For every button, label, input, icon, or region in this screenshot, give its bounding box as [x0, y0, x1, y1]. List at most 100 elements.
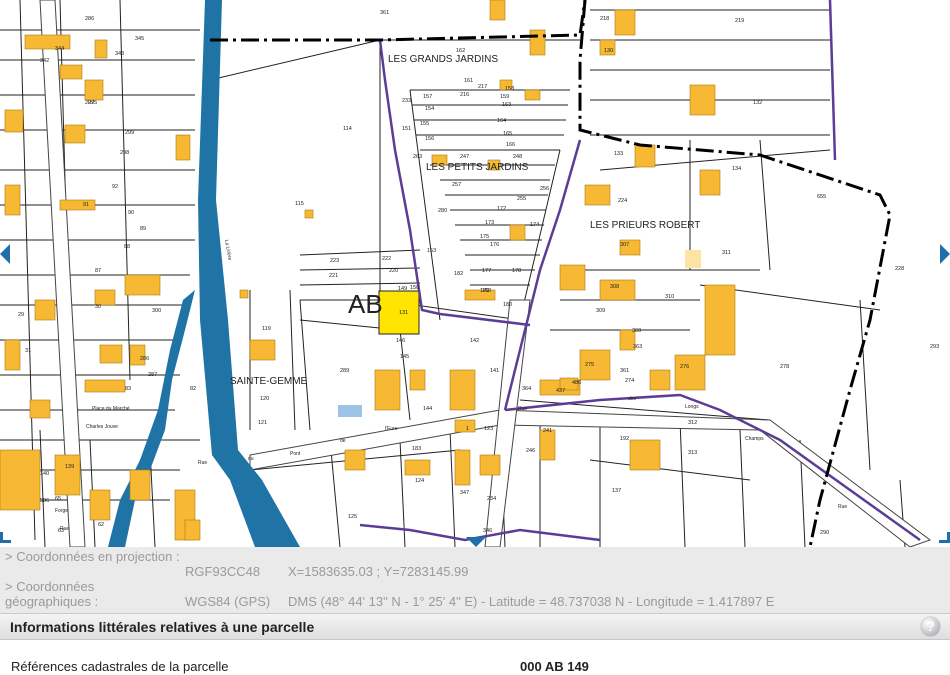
parcel-number: 246 [526, 448, 535, 454]
map-drawing: AB LES GRANDS JARDINS LES PETITS JARDINS… [0, 0, 939, 547]
parcel-number: 219 [735, 18, 744, 24]
parcel-number: 255 [517, 196, 526, 202]
parcel-number: 165 [503, 131, 512, 137]
parcel-number: 276 [680, 364, 689, 370]
parcel-number: 88 [124, 244, 130, 250]
parcel-number: 115 [295, 201, 304, 207]
place-name-prieurs-robert: LES PRIEURS ROBERT [590, 220, 700, 231]
parcel-number: 89 [140, 226, 146, 232]
parcel-number: 343 [115, 51, 124, 57]
parcel-number: 132 [753, 100, 762, 106]
parcel-number: 346 [483, 528, 492, 534]
street-label: Longs [685, 404, 699, 410]
projection-value: X=1583635.03 ; Y=7283145.99 [288, 564, 469, 579]
parcel-number: 221 [329, 273, 338, 279]
parcel-number: 286 [85, 16, 94, 22]
parcel-number: 134 [732, 166, 741, 172]
street-label: La Lirière [223, 239, 233, 261]
arrow-left-icon[interactable] [0, 244, 10, 264]
parcel-number: 176 [490, 242, 499, 248]
parcel-number: 142 [470, 338, 479, 344]
street-label: des [628, 396, 637, 402]
info-header: Informations littérales relatives à une … [0, 613, 950, 640]
street-label: Champs [745, 436, 764, 442]
parcel-number: 133 [614, 151, 623, 157]
parcel-number: 180 [503, 302, 512, 308]
parcel-number: 154 [425, 106, 434, 112]
parcel-number: 175 [480, 234, 489, 240]
river [198, 0, 300, 547]
parcel-number: 192 [620, 436, 629, 442]
parcel-number: 183 [412, 446, 421, 452]
coordinates-panel: > Coordonnées en projection : RGF93CC48 … [0, 547, 950, 613]
parcel-number: 342 [40, 58, 49, 64]
parcel-number: 65 [55, 496, 61, 502]
parcel-number: 289 [340, 368, 349, 374]
parcel-number: 295 [88, 100, 97, 106]
parcel-number: 293 [930, 344, 939, 350]
street-label: Rue [838, 504, 847, 510]
parcel-number: 140 [40, 471, 49, 477]
parcel-number: 178 [512, 268, 521, 274]
parcel-number: 308 [610, 284, 619, 290]
parcel-number: 345 [135, 36, 144, 42]
parcel-number: 120 [260, 396, 269, 402]
parcel-number: 160 [482, 288, 491, 294]
parcel-number: 182 [454, 271, 463, 277]
parcel-number: 223 [330, 258, 339, 264]
parcel-number: 123 [484, 426, 493, 432]
parcel-number: 153 [427, 248, 436, 254]
parcel-number: 486 [572, 380, 581, 386]
reference-label: Références cadastrales de la parcelle [11, 659, 229, 674]
parcel-number: 177 [482, 268, 491, 274]
parcel-number: 347 [460, 490, 469, 496]
parcel-lines [0, 0, 906, 547]
reference-value: 000 AB 149 [520, 659, 589, 674]
parcel-number: 137 [612, 488, 621, 494]
parcel-number: 310 [665, 294, 674, 300]
parcel-number: 313 [688, 450, 697, 456]
parcel-number: 131 [399, 310, 408, 316]
parcel-number: 274 [625, 378, 634, 384]
parcel-number: 228 [895, 266, 904, 272]
parcel-number: 218 [600, 16, 609, 22]
geographic-value: DMS (48° 44' 13" N - 1° 25' 4" E) - Lati… [288, 594, 775, 609]
parcel-number: 312 [688, 420, 697, 426]
parcel-number: 139 [65, 464, 74, 470]
parcel-number: 278 [780, 364, 789, 370]
parcel-number: 241 [543, 428, 552, 434]
help-icon[interactable]: ? [921, 617, 940, 636]
building-light [685, 250, 701, 268]
parcel-number: 233 [402, 98, 411, 104]
parcel-number: 146 [396, 338, 405, 344]
parcel-number: 248 [513, 154, 522, 160]
parcel-number: 280 [438, 208, 447, 214]
parcel-number: 30 [95, 304, 101, 310]
parcel-number: 114 [343, 126, 352, 132]
parcel-number: 63 [58, 528, 64, 534]
parcel-number: 87 [95, 268, 101, 274]
parcel-number: 256 [540, 186, 549, 192]
parcel-number: 307 [620, 242, 629, 248]
street-label: de [340, 438, 346, 444]
parcel-number: 172 [497, 206, 506, 212]
parcel-number: 1 [466, 426, 469, 432]
arrow-right-icon[interactable] [940, 244, 950, 264]
arrow-down-icon[interactable] [466, 537, 486, 547]
info-title: Informations littérales relatives à une … [10, 619, 315, 635]
parcel-number: 309 [596, 308, 605, 314]
projection-label: > Coordonnées en projection : [5, 549, 180, 564]
parcel-number: 216 [460, 92, 469, 98]
parcel-number: 158 [505, 86, 514, 92]
cadastral-map[interactable]: AB LES GRANDS JARDINS LES PETITS JARDINS… [0, 0, 950, 547]
parcel-number: 217 [478, 84, 487, 90]
parcel-number: 220 [389, 268, 398, 274]
parcel-number: 655 [817, 194, 826, 200]
parcel-number: 164 [497, 118, 506, 124]
street-label: Forge [55, 508, 68, 514]
parcel-number: 159 [500, 94, 509, 100]
parcel-number: 92 [112, 184, 118, 190]
parcel-number: 174 [530, 222, 539, 228]
parcel-number: 298 [120, 150, 129, 156]
place-name-grands-jardins: LES GRANDS JARDINS [388, 54, 498, 65]
